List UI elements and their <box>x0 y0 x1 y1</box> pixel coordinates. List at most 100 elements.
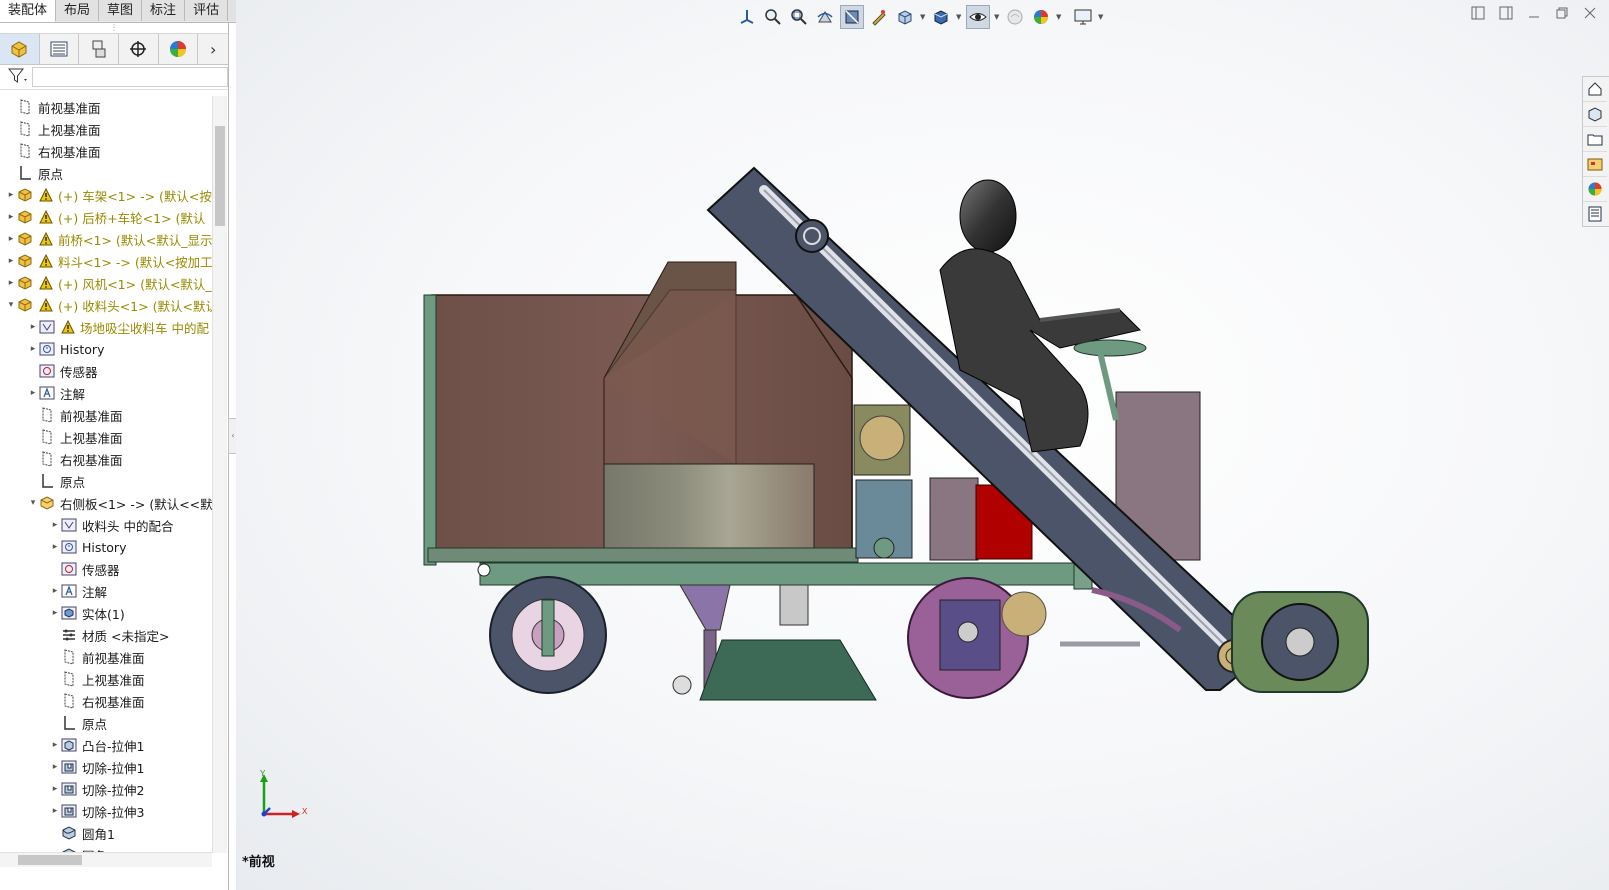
property-manager-tab[interactable] <box>40 34 80 64</box>
hide-show-dropdown-icon[interactable]: ▼ <box>994 13 1000 21</box>
tree-item[interactable]: 上视基准面 <box>0 118 212 140</box>
display-manager-tab[interactable] <box>159 34 199 64</box>
tree-item[interactable]: 右视基准面 <box>0 690 212 712</box>
tree-item[interactable]: 前视基准面 <box>0 646 212 668</box>
dynamic-annotation-icon[interactable] <box>868 6 890 28</box>
tree-item[interactable]: ▸ 注解 <box>0 382 212 404</box>
expand-toggle-icon[interactable]: ▸ <box>6 212 16 222</box>
tab-4[interactable]: 评估 <box>185 0 229 21</box>
expand-toggle-icon[interactable]: ▸ <box>50 542 60 552</box>
tree-item[interactable]: ▸ 凸台-拉伸1 <box>0 734 212 756</box>
middle-wheel[interactable] <box>907 577 1047 699</box>
tree-item[interactable]: 材质 <未指定> <box>0 624 212 646</box>
tree-horizontal-scrollbar[interactable] <box>0 852 212 867</box>
expand-toggle-icon[interactable]: ▸ <box>6 190 16 200</box>
expand-toggle-icon[interactable]: ▸ <box>50 520 60 530</box>
tree-item[interactable]: 前视基准面 <box>0 404 212 426</box>
expand-toggle-icon[interactable]: ▾ <box>28 498 38 508</box>
zoom-to-fit-icon[interactable] <box>762 6 784 28</box>
tab-0[interactable]: 装配体 <box>0 0 57 22</box>
tree-item[interactable]: ▸ (+) 后桥+车轮<1> (默认 <box>0 206 212 228</box>
expand-toggle-icon[interactable]: ▸ <box>50 586 60 596</box>
tree-filter-input[interactable] <box>32 67 228 87</box>
edit-appearance-icon[interactable] <box>1004 6 1026 28</box>
tree-item[interactable]: ▸ (+) 车架<1> -> (默认<按 <box>0 184 212 206</box>
tree-item[interactable]: ▸ 切除-拉伸1 <box>0 756 212 778</box>
view-orientation-icon[interactable] <box>736 6 758 28</box>
apply-scene-icon[interactable] <box>1030 6 1052 28</box>
feature-manager-tab[interactable] <box>0 34 40 64</box>
close-icon[interactable] <box>1583 6 1597 23</box>
display-style-dropdown-icon[interactable]: ▼ <box>956 13 962 21</box>
tree-item[interactable]: ▸ 注解 <box>0 580 212 602</box>
fan-assembly[interactable] <box>672 584 877 701</box>
tree-vertical-scrollbar[interactable] <box>212 96 227 853</box>
section-view-icon[interactable] <box>840 5 864 29</box>
tree-item[interactable]: 传感器 <box>0 360 212 382</box>
tab-2[interactable]: 草图 <box>99 0 143 21</box>
expand-toggle-icon[interactable]: ▸ <box>50 762 60 772</box>
tile-right-icon[interactable] <box>1499 6 1513 23</box>
tab-3[interactable]: 标注 <box>142 0 186 21</box>
tree-item[interactable]: ▸ 料斗<1> -> (默认<按加工 <box>0 250 212 272</box>
tree-item[interactable]: ▾ (+) 收料头<1> (默认<默认 <box>0 294 212 316</box>
tree-item[interactable]: ▸ History <box>0 338 212 360</box>
more-tabs-chevron-icon[interactable]: › <box>198 34 228 64</box>
expand-toggle-icon[interactable]: ▸ <box>28 344 38 354</box>
cad-model-front-view[interactable] <box>420 160 1380 720</box>
tree-item[interactable]: 前视基准面 <box>0 96 212 118</box>
appearances-icon[interactable] <box>1583 177 1607 202</box>
expand-toggle-icon[interactable]: ▸ <box>6 234 16 244</box>
tree-vertical-scroll-thumb[interactable] <box>215 126 225 226</box>
tree-item[interactable]: 原点 <box>0 470 212 492</box>
configuration-manager-tab[interactable] <box>79 34 119 64</box>
home-icon[interactable] <box>1583 77 1607 102</box>
tab-1[interactable]: 布局 <box>56 0 100 21</box>
tree-horizontal-scroll-thumb[interactable] <box>18 855 82 865</box>
expand-toggle-icon[interactable]: ▸ <box>28 322 38 332</box>
tree-item[interactable]: 上视基准面 <box>0 668 212 690</box>
minimize-icon[interactable] <box>1527 6 1541 23</box>
previous-view-icon[interactable] <box>814 6 836 28</box>
view-orientation-dropdown-icon[interactable]: ▼ <box>920 13 926 21</box>
tree-item[interactable]: 右视基准面 <box>0 448 212 470</box>
tree-item[interactable]: 原点 <box>0 712 212 734</box>
tree-item[interactable]: ▸ 切除-拉伸2 <box>0 778 212 800</box>
tree-item[interactable]: ▸ 场地吸尘收料车 中的配 <box>0 316 212 338</box>
display-style-icon[interactable] <box>930 6 952 28</box>
tree-item[interactable]: ▸ History <box>0 536 212 558</box>
tree-item[interactable]: ▸ (+) 风机<1> (默认<默认_ <box>0 272 212 294</box>
filter-icon[interactable] <box>7 68 28 87</box>
tree-item[interactable]: ▾ 右侧板<1> -> (默认<<默 <box>0 492 212 514</box>
apply-scene-dropdown-icon[interactable]: ▼ <box>1056 13 1062 21</box>
tree-item[interactable]: 圆角1 <box>0 822 212 844</box>
tree-item[interactable]: ▸ 收料头 中的配合 <box>0 514 212 536</box>
tile-left-icon[interactable] <box>1471 6 1485 23</box>
view-orientation-menu-icon[interactable] <box>894 6 916 28</box>
dimxpert-tab[interactable] <box>119 34 159 64</box>
view-settings-icon[interactable] <box>1072 6 1094 28</box>
tree-item[interactable]: 传感器 <box>0 558 212 580</box>
expand-toggle-icon[interactable]: ▸ <box>50 784 60 794</box>
view-settings-dropdown-icon[interactable]: ▼ <box>1098 13 1104 21</box>
file-explorer-icon[interactable] <box>1583 152 1607 177</box>
graphics-area[interactable]: ▼ ▼ ▼ ▼ ▼ Y X *前视 <box>236 0 1609 890</box>
tree-item[interactable]: 原点 <box>0 162 212 184</box>
hide-show-items-icon[interactable] <box>966 5 990 29</box>
tree-item[interactable]: ▸ 前桥<1> (默认<默认_显示 <box>0 228 212 250</box>
rear-wheel[interactable] <box>489 576 607 694</box>
tree-item[interactable]: 上视基准面 <box>0 426 212 448</box>
3d-content-icon[interactable] <box>1583 102 1607 127</box>
expand-toggle-icon[interactable]: ▸ <box>50 608 60 618</box>
tree-item[interactable]: ▸ 实体(1) <box>0 602 212 624</box>
expand-toggle-icon[interactable]: ▸ <box>28 388 38 398</box>
tree-item[interactable]: 右视基准面 <box>0 140 212 162</box>
expand-toggle-icon[interactable]: ▾ <box>6 300 16 310</box>
restore-icon[interactable] <box>1555 6 1569 23</box>
hopper-box[interactable] <box>423 261 853 566</box>
expand-toggle-icon[interactable]: ▸ <box>6 256 16 266</box>
zoom-to-area-icon[interactable] <box>788 6 810 28</box>
expand-toggle-icon[interactable]: ▸ <box>50 740 60 750</box>
tree-item[interactable]: ▸ 切除-拉伸3 <box>0 800 212 822</box>
panel-grip[interactable]: ⋮ <box>0 23 228 34</box>
